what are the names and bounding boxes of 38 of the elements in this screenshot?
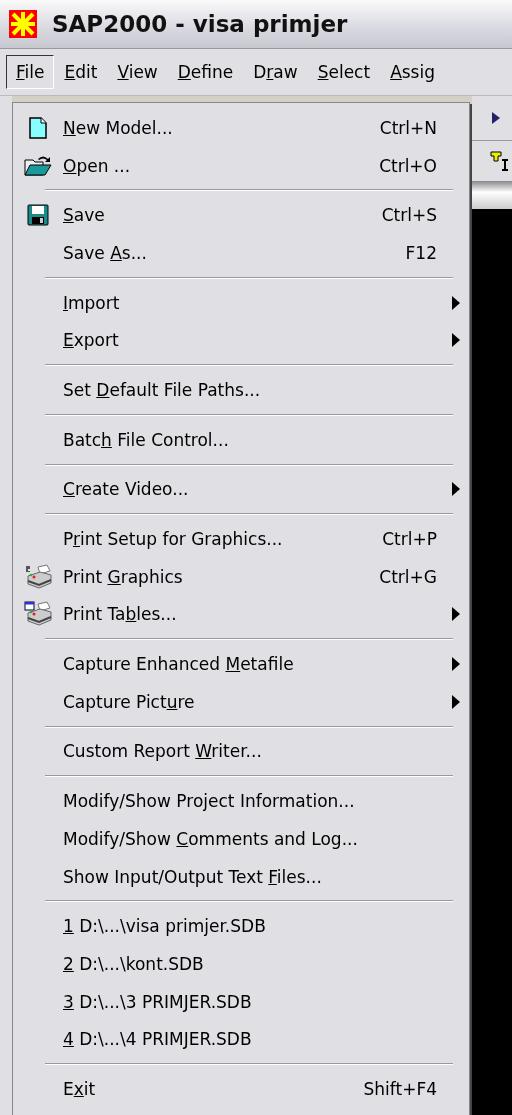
menu-entry[interactable]: Open ... xyxy=(63,155,380,176)
menu-item[interactable]: File xyxy=(6,55,55,89)
menu-item[interactable]: Assig xyxy=(380,55,445,89)
menu-entry[interactable]: Export xyxy=(63,330,449,351)
menu-item[interactable]: View xyxy=(107,55,168,89)
menu-item[interactable]: Define xyxy=(167,55,244,89)
menu-entry[interactable]: 4 D:\...\4 PRIMJER.SDB xyxy=(63,1029,449,1050)
menu-entry[interactable]: Import xyxy=(63,292,449,313)
menu-entry[interactable]: 3 D:\...\3 PRIMJER.SDB xyxy=(63,991,449,1012)
menu-entry[interactable]: Modify/Show Project Information... xyxy=(63,791,449,812)
shortcut-text: Ctrl+G xyxy=(379,566,438,587)
shortcut-text: Ctrl+N xyxy=(379,117,438,138)
menu-entry[interactable]: Custom Report Writer... xyxy=(63,741,449,762)
shortcut-text: Ctrl+S xyxy=(381,205,438,226)
menu-entry[interactable]: Capture Picture xyxy=(63,691,449,712)
menu-entry[interactable]: Batch File Control... xyxy=(63,429,449,450)
menu-entry[interactable]: Create Video... xyxy=(63,479,449,500)
menu-entry[interactable]: Modify/Show Comments and Log... xyxy=(63,828,449,849)
menu-entry[interactable]: Set Default File Paths... xyxy=(63,379,449,400)
menu-item[interactable]: Draw xyxy=(243,55,308,89)
menu-entry[interactable]: Capture Enhanced Metafile xyxy=(63,654,449,675)
window-title: SAP2000 - visa primjer xyxy=(52,11,348,37)
shortcut-text: F12 xyxy=(405,242,438,263)
menu-entry[interactable]: Print Graphics xyxy=(63,566,380,587)
menu-entry[interactable]: Save xyxy=(63,205,382,226)
menu-entry[interactable]: Print Tables... xyxy=(63,604,449,625)
shortcut-text: Shift+F4 xyxy=(363,1078,438,1099)
menu-entry[interactable]: 1 D:\...\visa primjer.SDB xyxy=(63,916,449,937)
menu-entry[interactable]: Print Setup for Graphics... xyxy=(63,529,383,550)
menu-entry[interactable]: New Model... xyxy=(63,117,380,138)
menu-item[interactable]: Select xyxy=(307,55,381,89)
menu-entry[interactable]: 2 D:\...\kont.SDB xyxy=(63,953,449,974)
menu-item[interactable]: Edit xyxy=(54,55,108,89)
menu-entry[interactable]: Save As... xyxy=(63,242,406,263)
menu-entry[interactable]: Exit xyxy=(63,1078,364,1099)
shortcut-text: Ctrl+P xyxy=(382,529,438,550)
menu-entry[interactable]: Show Input/Output Text Files... xyxy=(63,866,449,887)
shortcut-text: Ctrl+O xyxy=(379,155,438,176)
